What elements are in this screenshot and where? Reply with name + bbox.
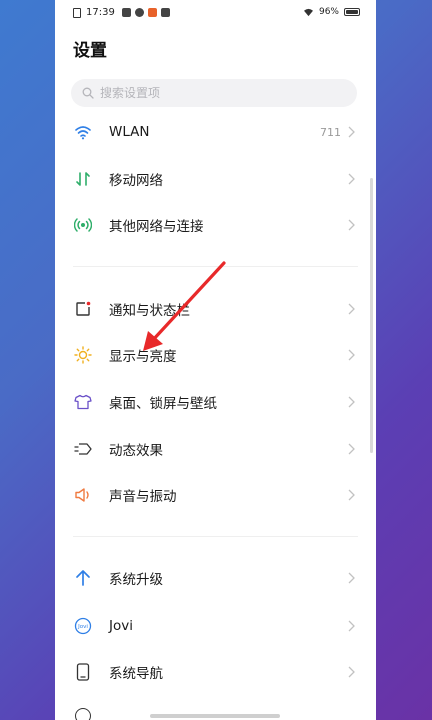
home-indicator[interactable] [150, 714, 280, 718]
chevron-right-icon [346, 395, 356, 409]
settings-item-motion-effects[interactable]: 动态效果 [55, 429, 376, 469]
notification-icon [73, 299, 93, 319]
settings-item-label: Jovi [109, 618, 133, 634]
page-title: 设置 [73, 41, 107, 61]
search-input[interactable] [100, 86, 340, 100]
wallpaper-icon [73, 392, 93, 412]
settings-item-label: WLAN [109, 124, 150, 140]
app-notification-icon [147, 8, 157, 17]
chevron-right-icon [346, 619, 356, 633]
brightness-icon [73, 345, 93, 365]
settings-item-notifications[interactable]: 通知与状态栏 [55, 289, 376, 329]
chevron-right-icon [346, 172, 356, 186]
settings-item-label: 通知与状态栏 [109, 303, 190, 319]
settings-item-mobile-network[interactable]: 移动网络 [55, 159, 376, 199]
settings-item-label: 系统导航 [109, 666, 163, 682]
chevron-right-icon [346, 125, 356, 139]
settings-item-jovi[interactable]: Jovi Jovi [55, 606, 376, 646]
settings-item-wlan[interactable]: WLAN 711 [55, 112, 376, 152]
jovi-icon: Jovi [73, 616, 93, 636]
scrollbar[interactable] [370, 178, 373, 453]
svg-text:Jovi: Jovi [77, 624, 88, 630]
app-notification-icon [121, 8, 131, 17]
battery-percent: 96% [318, 7, 339, 17]
settings-item-other-networks[interactable]: 其他网络与连接 [55, 205, 376, 245]
app-notification-icon [134, 8, 144, 17]
connections-icon [73, 215, 93, 235]
settings-item-label: 其他网络与连接 [109, 219, 204, 235]
chevron-right-icon [346, 488, 356, 502]
chevron-right-icon [346, 571, 356, 585]
search-bar[interactable] [71, 79, 357, 107]
search-icon [82, 87, 94, 99]
settings-item-system-update[interactable]: 系统升级 [55, 558, 376, 598]
settings-item-system-navigation[interactable]: 系统导航 [55, 652, 376, 692]
status-bar: 17:39 96% [55, 0, 376, 26]
settings-item-label: 声音与振动 [109, 489, 177, 505]
settings-item-sound-vibration[interactable]: 声音与振动 [55, 475, 376, 515]
battery-icon [344, 8, 360, 16]
sound-icon [73, 485, 93, 505]
settings-item-desktop-wallpaper[interactable]: 桌面、锁屏与壁纸 [55, 382, 376, 422]
system-navigation-icon [73, 662, 93, 682]
wlan-network-value: 711 [320, 125, 341, 139]
section-divider [73, 266, 358, 267]
settings-item-label: 系统升级 [109, 572, 163, 588]
settings-item-label: 桌面、锁屏与壁纸 [109, 396, 217, 412]
chevron-right-icon [346, 348, 356, 362]
next-item-icon-partial [75, 708, 91, 720]
wifi-status-icon [303, 8, 313, 16]
mobile-network-icon [73, 169, 93, 189]
mail-icon [160, 8, 170, 17]
chevron-right-icon [346, 442, 356, 456]
settings-item-label: 移动网络 [109, 173, 163, 189]
status-time: 17:39 [86, 7, 115, 18]
settings-item-label: 显示与亮度 [109, 349, 177, 365]
chevron-right-icon [346, 218, 356, 232]
system-update-icon [73, 568, 93, 588]
chevron-right-icon [346, 665, 356, 679]
chevron-right-icon [346, 302, 356, 316]
settings-item-display-brightness[interactable]: 显示与亮度 [55, 335, 376, 375]
settings-screen: 17:39 96% 设置 WLAN [55, 0, 376, 720]
sim-icon [73, 7, 81, 18]
section-divider [73, 536, 358, 537]
wifi-icon [73, 122, 93, 142]
settings-item-label: 动态效果 [109, 443, 163, 459]
motion-effects-icon [73, 439, 93, 459]
